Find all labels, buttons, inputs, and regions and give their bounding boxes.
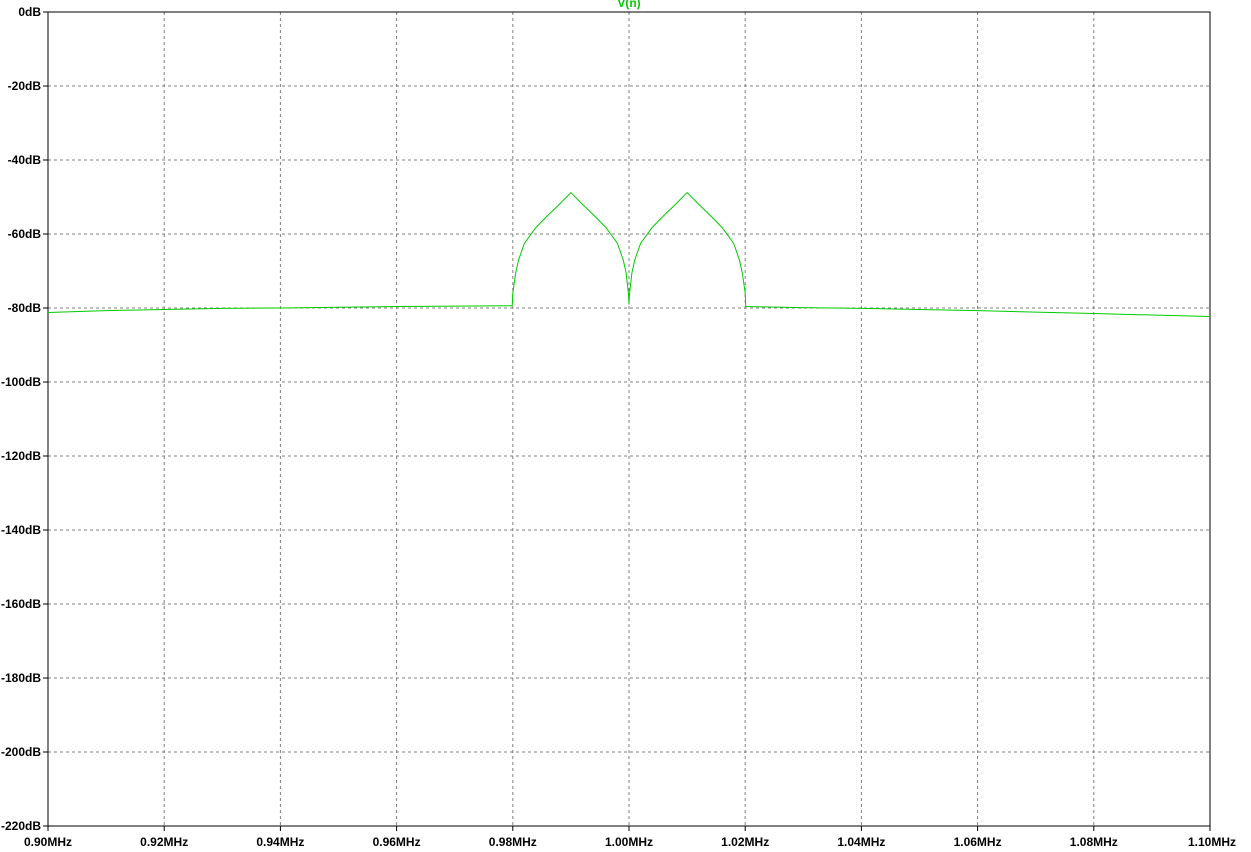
x-axis: 0.90MHz 0.92MHz 0.94MHz 0.96MHz 0.98MHz 1.00M… — [24, 826, 1236, 849]
trace-label[interactable]: V(n) — [617, 0, 640, 10]
x-tick-label: 1.10MHz — [1188, 835, 1236, 849]
y-tick-label: -200dB — [1, 745, 41, 759]
x-tick-label: 1.06MHz — [954, 835, 1002, 849]
x-tick-label: 0.90MHz — [24, 835, 72, 849]
y-tick-label: -60dB — [8, 227, 42, 241]
y-axis: 0dB -20dB -40dB -60dB -80dB -100dB -120dB -140d… — [1, 5, 48, 833]
x-tick-label: 1.08MHz — [1070, 835, 1118, 849]
y-tick-label: -20dB — [8, 79, 42, 93]
grid-lines — [48, 12, 1210, 826]
x-tick-label: 0.98MHz — [489, 835, 537, 849]
frequency-response-chart: 0dB -20dB -40dB -60dB -80dB -100dB -120dB -140d… — [1, 0, 1236, 849]
x-tick-label: 1.04MHz — [837, 835, 885, 849]
x-tick-label: 0.92MHz — [140, 835, 188, 849]
y-tick-label: -140dB — [1, 523, 41, 537]
y-tick-label: 0dB — [18, 5, 41, 19]
x-tick-label: 0.94MHz — [256, 835, 304, 849]
y-tick-label: -220dB — [1, 819, 41, 833]
y-tick-label: -40dB — [8, 153, 42, 167]
x-tick-label: 1.00MHz — [605, 835, 653, 849]
x-tick-label: 1.02MHz — [721, 835, 769, 849]
y-tick-label: -100dB — [1, 375, 41, 389]
y-tick-label: -120dB — [1, 449, 41, 463]
y-tick-label: -80dB — [8, 301, 42, 315]
x-tick-label: 0.96MHz — [373, 835, 421, 849]
y-tick-label: -160dB — [1, 597, 41, 611]
y-tick-label: -180dB — [1, 671, 41, 685]
